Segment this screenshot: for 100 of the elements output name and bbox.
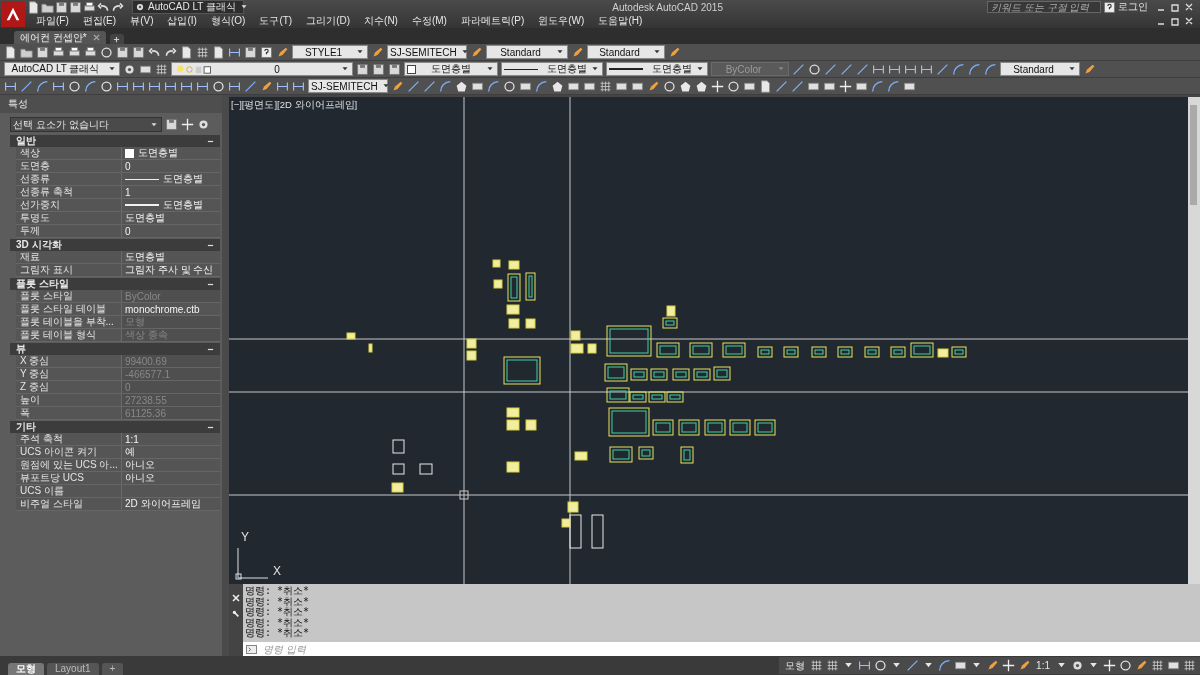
pencil-icon[interactable] — [668, 45, 681, 59]
grid-icon[interactable] — [826, 659, 840, 672]
grid-icon[interactable] — [599, 79, 612, 93]
line-icon[interactable] — [20, 79, 33, 93]
polygon-icon[interactable] — [695, 79, 708, 93]
menu-item[interactable]: 도구(T) — [254, 14, 298, 28]
move-icon[interactable] — [839, 79, 852, 93]
menu-item[interactable]: 삽입(I) — [162, 14, 202, 28]
grid-icon[interactable] — [155, 62, 168, 76]
circle-icon[interactable] — [874, 659, 888, 672]
pencil-icon[interactable] — [260, 79, 273, 93]
move-icon[interactable] — [1103, 659, 1116, 672]
property-value-cell[interactable]: monochrome.ctb — [122, 303, 220, 315]
line-icon[interactable] — [840, 62, 853, 76]
section-header[interactable]: 기타 — [10, 421, 220, 433]
layout-tab[interactable]: + — [101, 663, 124, 675]
pencil-icon[interactable] — [1135, 659, 1148, 672]
menu-item[interactable]: 형식(O) — [205, 14, 251, 28]
application-menu-button[interactable] — [1, 1, 25, 27]
move-icon[interactable] — [711, 79, 724, 93]
pencil-icon[interactable] — [986, 659, 1000, 672]
arc-icon[interactable] — [487, 79, 500, 93]
property-value-cell[interactable]: 도면층별 — [122, 251, 220, 263]
section-header[interactable]: 3D 시각화 — [10, 239, 220, 251]
property-value-cell[interactable]: 아니오 — [122, 459, 220, 471]
dimension-icon[interactable] — [292, 79, 305, 93]
pencil-icon[interactable] — [470, 45, 483, 59]
arc-icon[interactable] — [84, 79, 97, 93]
drawing-canvas[interactable]: [−][평면도][2D 와이어프레임] Y X — [229, 97, 1188, 584]
property-value-cell[interactable]: 예 — [122, 446, 220, 458]
arc-icon[interactable] — [938, 659, 952, 672]
dimension-icon[interactable] — [164, 79, 177, 93]
save-icon[interactable] — [372, 62, 385, 76]
polygon-icon[interactable] — [551, 79, 564, 93]
line-icon[interactable] — [244, 79, 257, 93]
viewport-control[interactable]: [평면도] — [241, 99, 278, 112]
rectangle-icon[interactable] — [954, 659, 968, 672]
dimension-icon[interactable] — [276, 79, 289, 93]
document-icon[interactable] — [180, 45, 193, 59]
arc-icon[interactable] — [984, 62, 997, 76]
circle-icon[interactable] — [100, 45, 113, 59]
dimension-icon[interactable] — [116, 79, 129, 93]
command-input[interactable]: 명령 입력 — [263, 643, 1200, 655]
new-tab-button[interactable] — [109, 34, 124, 44]
menu-item[interactable]: 편집(E) — [77, 14, 122, 28]
dimension-icon[interactable] — [148, 79, 161, 93]
property-value-cell[interactable]: 0 — [122, 160, 220, 172]
save-icon[interactable] — [69, 0, 82, 14]
style-dropdown[interactable]: Standard — [587, 45, 665, 59]
circle-icon[interactable] — [663, 79, 676, 93]
scrollbar-thumb[interactable] — [1190, 105, 1197, 205]
save-icon[interactable] — [132, 45, 145, 59]
line-icon[interactable] — [423, 79, 436, 93]
command-line-field[interactable]: 명령 입력 — [243, 642, 1200, 656]
line-icon[interactable] — [792, 62, 805, 76]
save-icon[interactable] — [388, 62, 401, 76]
undo-icon[interactable] — [148, 45, 161, 59]
line-icon[interactable] — [856, 62, 869, 76]
search-field[interactable]: 키워드 또는 구절 입력 — [987, 1, 1101, 13]
printer-icon[interactable] — [84, 45, 97, 59]
pencil-icon[interactable] — [276, 45, 289, 59]
dimension-icon[interactable] — [872, 62, 885, 76]
polygon-icon[interactable] — [455, 79, 468, 93]
save-icon[interactable] — [55, 0, 68, 14]
line-icon[interactable] — [775, 79, 788, 93]
line-icon[interactable] — [824, 62, 837, 76]
wrench-icon[interactable] — [232, 610, 240, 618]
circle-icon[interactable] — [68, 79, 81, 93]
style-dropdown[interactable]: Standard — [1000, 62, 1080, 76]
model-space-button[interactable]: 모형 — [783, 658, 808, 673]
arc-icon[interactable] — [535, 79, 548, 93]
pencil-icon[interactable] — [1083, 62, 1096, 76]
dimension-icon[interactable] — [132, 79, 145, 93]
dimension-icon[interactable] — [904, 62, 917, 76]
line-icon[interactable] — [936, 62, 949, 76]
menu-item[interactable]: 그리기(D) — [301, 14, 356, 28]
line-icon[interactable] — [407, 79, 420, 93]
dimension-icon[interactable] — [52, 79, 65, 93]
arc-icon[interactable] — [952, 62, 965, 76]
property-value-cell[interactable]: 도면층별 — [122, 212, 220, 224]
selection-dropdown[interactable]: 선택 요소가 없습니다 — [10, 117, 162, 132]
arc-icon[interactable] — [439, 79, 452, 93]
menu-item[interactable]: 윈도우(W) — [533, 14, 590, 28]
dimension-icon[interactable] — [858, 659, 872, 672]
pencil-icon[interactable] — [371, 45, 384, 59]
pencil-icon[interactable] — [647, 79, 660, 93]
property-value-cell[interactable]: 1:1 — [122, 433, 220, 445]
section-header[interactable]: 플롯 스타일 — [10, 278, 220, 290]
layer-state-icon[interactable] — [174, 63, 214, 75]
dimension-icon[interactable] — [4, 79, 17, 93]
document-icon[interactable] — [212, 45, 225, 59]
workspace-dropdown[interactable]: AutoCAD LT 클래식 — [132, 0, 244, 14]
layer-dropdown[interactable]: 0 — [171, 62, 353, 76]
section-header[interactable]: 일반 — [10, 135, 220, 147]
arc-icon[interactable] — [36, 79, 49, 93]
document-icon[interactable] — [759, 79, 772, 93]
printer-icon[interactable] — [68, 45, 81, 59]
command-prompt-icon[interactable] — [246, 644, 257, 654]
style-dropdown[interactable]: Standard — [486, 45, 568, 59]
style-dropdown[interactable]: SJ-SEMITECH — [387, 45, 467, 59]
